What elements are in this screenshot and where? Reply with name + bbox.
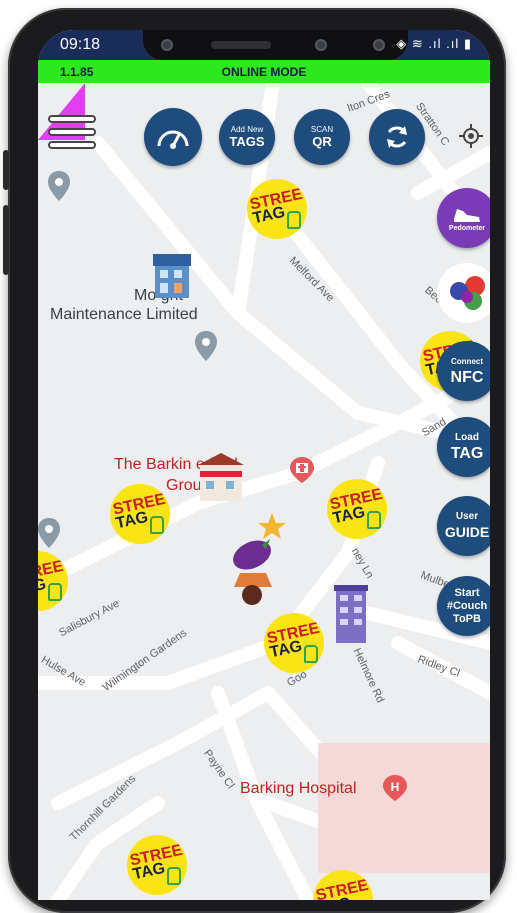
user-label: User	[455, 510, 479, 522]
map-pin-icon[interactable]	[38, 518, 60, 548]
connect-nfc-button[interactable]: Connect NFC	[437, 341, 490, 401]
status-time: 09:18	[60, 36, 101, 53]
camera-notch	[143, 30, 408, 60]
map-view[interactable]: Melford Ave Salisbury Ave Hulse Ave Wilm…	[38, 83, 490, 900]
hospital-label[interactable]: Barking Hospital	[240, 780, 357, 798]
topb-label: ToPB	[453, 612, 481, 625]
office-building-icon[interactable]	[330, 583, 372, 645]
street-tag-marker[interactable]: STREETTAG	[264, 613, 324, 673]
start-label: Start	[454, 586, 480, 599]
status-bar: 09:18 ◈ ≋ .ıl .ıl ▮	[38, 30, 490, 60]
load-tag-button[interactable]: Load TAG	[437, 417, 490, 477]
sync-button[interactable]	[369, 109, 425, 165]
nfc-label: NFC	[450, 368, 484, 386]
speedometer-icon	[157, 130, 189, 149]
scan-qr-button[interactable]: SCAN QR	[294, 109, 350, 165]
poi-label: Maintenance Limited	[50, 306, 198, 323]
tag-label: TAG	[450, 444, 484, 462]
guide-label: GUIDE	[444, 523, 490, 540]
pedometer-button[interactable]: Pedometer	[437, 188, 490, 248]
phone-side-button	[3, 150, 9, 190]
mode-bar: 1.1.85 ONLINE MODE	[38, 60, 490, 83]
app-screen: 09:18 ◈ ≋ .ıl .ıl ▮ 1.1.85 ONLINE MODE M…	[38, 30, 490, 900]
load-label: Load	[455, 431, 479, 443]
street-tag-marker[interactable]: STREETTAG	[110, 484, 170, 544]
add-tags-label: TAGS	[229, 134, 265, 149]
add-tags-small-label: Add New	[230, 125, 264, 134]
connect-label: Connect	[451, 356, 483, 366]
menu-button[interactable]	[48, 115, 96, 157]
phone-side-button	[3, 205, 9, 275]
clinic-building-icon[interactable]	[196, 451, 246, 503]
crosshair-icon[interactable]	[458, 123, 484, 149]
hospital-pin-icon[interactable]: H	[383, 775, 407, 801]
scan-label: SCAN	[310, 125, 334, 134]
status-icons: ◈ ≋ .ıl .ıl ▮	[396, 36, 472, 51]
menu-bar-line	[48, 128, 96, 136]
add-tags-button[interactable]: Add New TAGS	[219, 109, 275, 165]
connection-mode: ONLINE MODE	[221, 65, 307, 79]
couch-label: #Couch	[446, 599, 488, 612]
camera-dot	[373, 39, 385, 51]
start-couch-to-pb-button[interactable]: Start #Couch ToPB	[437, 576, 490, 636]
pedometer-label: Pedometer	[448, 224, 486, 232]
shop-building-icon[interactable]	[150, 248, 195, 300]
color-picker-icon[interactable]	[437, 263, 490, 323]
street-tag-marker[interactable]: STREETTAG	[247, 179, 307, 239]
hamburger-menu-icon	[48, 115, 96, 123]
qr-label: QR	[312, 134, 332, 149]
speaker-slot	[211, 41, 271, 49]
player-avatar-icon[interactable]	[226, 511, 288, 607]
svg-text:H: H	[391, 780, 400, 794]
camera-dot	[315, 39, 327, 51]
menu-bar-line	[48, 141, 96, 149]
map-pin-icon[interactable]	[48, 171, 70, 201]
sync-icon	[387, 126, 407, 148]
camera-dot	[161, 39, 173, 51]
speedometer-button[interactable]	[144, 108, 202, 166]
shoe-icon	[454, 208, 480, 222]
street-tag-marker[interactable]: STREETTAG	[127, 835, 187, 895]
user-guide-button[interactable]: User GUIDE	[437, 496, 490, 556]
medical-pin-icon[interactable]	[290, 457, 314, 483]
street-tag-marker[interactable]: STREETTAG	[327, 479, 387, 539]
map-pin-icon[interactable]	[195, 331, 217, 361]
